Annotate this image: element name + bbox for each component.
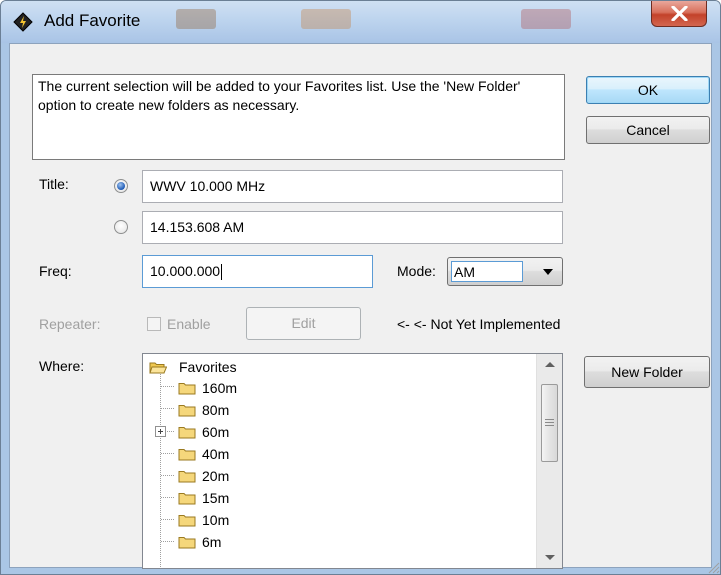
close-icon — [671, 6, 688, 21]
freq-label: Freq: — [39, 263, 72, 279]
folder-icon — [178, 537, 196, 549]
background-blur — [521, 9, 571, 29]
vertical-scrollbar[interactable] — [536, 354, 562, 568]
scroll-up-arrow-icon[interactable] — [537, 354, 562, 374]
folder-icon — [178, 515, 196, 527]
new-folder-button[interactable]: New Folder — [584, 356, 710, 388]
title-option1-input[interactable]: WWV 10.000 MHz — [142, 170, 563, 203]
folder-tree[interactable]: Favorites 160m 80m 60m 40m 20m 15m 10m 6… — [142, 353, 563, 569]
title-option2-radio[interactable] — [114, 220, 128, 234]
tree-item-label: Favorites — [179, 359, 237, 375]
tree-item-label: 6m — [202, 534, 222, 550]
tree-item-label: 40m — [202, 446, 230, 462]
grip-line — [545, 422, 554, 423]
grip-line — [545, 419, 554, 420]
expand-plus-icon[interactable] — [155, 426, 166, 437]
edit-button[interactable]: Edit — [246, 307, 361, 340]
repeater-enable-label: Enable — [167, 316, 211, 332]
folder-icon — [178, 383, 196, 395]
close-button[interactable] — [651, 1, 707, 27]
folder-icon — [178, 405, 196, 417]
folder-icon — [178, 427, 196, 439]
folder-icon — [178, 493, 196, 505]
info-message: The current selection will be added to y… — [32, 74, 565, 160]
text-caret — [221, 264, 223, 281]
folder-icon — [178, 471, 196, 483]
cancel-button[interactable]: Cancel — [586, 116, 710, 144]
title-label: Title: — [39, 176, 69, 192]
scroll-down-arrow-icon[interactable] — [537, 548, 562, 568]
freq-value: 10.000.000 — [150, 263, 221, 279]
repeater-label: Repeater: — [39, 316, 101, 332]
title-bar[interactable]: Add Favorite — [1, 1, 720, 43]
repeater-enable-checkbox[interactable] — [147, 317, 161, 331]
app-diamond-icon — [13, 12, 33, 32]
folder-open-icon — [149, 362, 167, 374]
tree-item-label: 10m — [202, 512, 230, 528]
tree-item-label: 60m — [202, 424, 230, 440]
ok-button[interactable]: OK — [586, 76, 710, 104]
resize-grip-icon[interactable] — [706, 560, 720, 574]
tree-item-label: 20m — [202, 468, 230, 484]
window-title: Add Favorite — [44, 11, 141, 30]
background-blur — [301, 9, 351, 29]
tree-item-label: 160m — [202, 380, 238, 396]
where-label: Where: — [39, 358, 85, 374]
title-option1-radio[interactable] — [114, 179, 128, 193]
scrollbar-thumb[interactable] — [541, 384, 558, 462]
not-implemented-note: <- <- Not Yet Implemented — [397, 316, 561, 332]
freq-input[interactable]: 10.000.000 — [142, 255, 373, 288]
mode-select[interactable]: AM — [447, 257, 563, 286]
chevron-down-icon — [543, 269, 553, 275]
title-option2-input[interactable]: 14.153.608 AM — [142, 211, 563, 244]
mode-value: AM — [451, 261, 523, 282]
folder-icon — [178, 449, 196, 461]
mode-label: Mode: — [397, 263, 436, 279]
tree-item-label: 80m — [202, 402, 230, 418]
tree-item-label: 15m — [202, 490, 230, 506]
grip-line — [545, 425, 554, 426]
add-favorite-dialog: Add Favorite The current selection will … — [0, 0, 721, 575]
background-blur — [176, 9, 216, 29]
